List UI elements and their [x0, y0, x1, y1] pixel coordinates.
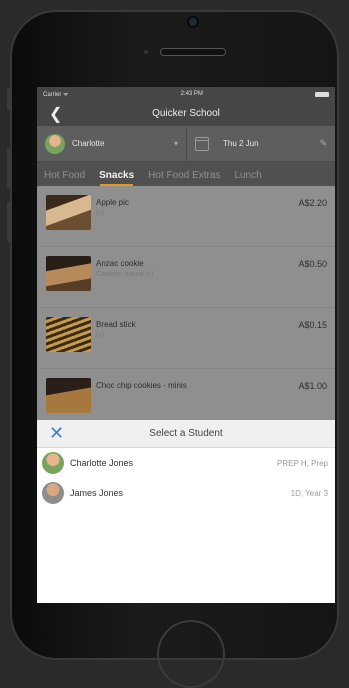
student-row-james[interactable]: James Jones 1D, Year 3 [37, 478, 335, 508]
status-bar: Carrier ᯤ 2:43 PM [37, 87, 335, 101]
tab-hot-food-extras[interactable]: Hot Food Extras [141, 170, 227, 186]
avatar [42, 482, 64, 504]
mute-switch [7, 88, 11, 110]
avatar [42, 452, 64, 474]
item-subtitle: (v) [96, 332, 105, 339]
tab-hot-food[interactable]: Hot Food [37, 170, 92, 186]
item-title: Anzac cookie [96, 259, 144, 268]
camera-icon [189, 18, 197, 26]
anzac-cookie-image [46, 256, 91, 291]
nav-bar: ❮ Quicker School [37, 101, 335, 126]
item-title: Apple pic [96, 198, 129, 207]
menu-list: Apple pic (v) A$2.20 Anzac cookie Cantee… [37, 186, 335, 430]
category-tabs: Hot Food Snacks Hot Food Extras Lunch [37, 162, 335, 186]
student-class: 1D, Year 3 [290, 488, 328, 498]
home-button[interactable] [157, 620, 225, 688]
volume-down-button [7, 202, 11, 242]
tab-snacks[interactable]: Snacks [92, 170, 141, 186]
speaker-grille [160, 48, 226, 56]
item-subtitle: (v) [96, 210, 105, 217]
student-picker-sheet: ✕ Select a Student Charlotte Jones PREP … [37, 420, 335, 603]
close-icon[interactable]: ✕ [49, 422, 64, 444]
menu-item[interactable]: Bread stick (v) A$0.15 [37, 308, 335, 369]
item-title: Bread stick [96, 320, 136, 329]
app-screen: Carrier ᯤ 2:43 PM ❮ Quicker School Charl… [37, 87, 335, 603]
sheet-header: ✕ Select a Student [37, 420, 335, 448]
clock: 2:43 PM [180, 91, 203, 97]
back-chevron-icon[interactable]: ❮ [49, 104, 62, 124]
volume-up-button [7, 148, 11, 188]
student-class: PREP H, Prep [277, 458, 328, 468]
pencil-icon: ✎ [319, 138, 327, 148]
calendar-icon [195, 136, 209, 151]
sheet-title: Select a Student [149, 428, 223, 439]
menu-item[interactable]: Apple pic (v) A$2.20 [37, 186, 335, 247]
page-title: Quicker School [152, 108, 220, 119]
item-price: A$2.20 [298, 198, 327, 208]
student-name: James Jones [70, 488, 124, 498]
item-price: A$0.50 [298, 259, 327, 269]
apple-pie-image [46, 195, 91, 230]
bread-stick-image [46, 317, 91, 352]
selected-date: Thu 2 Jun [223, 139, 259, 148]
item-title: Choc chip cookies - minis [96, 381, 187, 390]
selected-student-name: Charlotte [72, 139, 105, 148]
choc-chip-cookies-image [46, 378, 91, 413]
item-price: A$1.00 [298, 381, 327, 391]
selector-row: Charlotte ▾ Thu 2 Jun ✎ [37, 126, 335, 162]
student-name: Charlotte Jones [70, 458, 134, 468]
carrier-label: Carrier ᯤ [43, 92, 69, 98]
date-selector[interactable]: Thu 2 Jun ✎ [187, 126, 335, 161]
item-price: A$0.15 [298, 320, 327, 330]
student-row-charlotte[interactable]: Charlotte Jones PREP H, Prep [37, 448, 335, 478]
battery-icon [315, 91, 329, 97]
menu-item[interactable]: Anzac cookie Canteen baked (v) A$0.50 [37, 247, 335, 308]
sensor [144, 50, 148, 54]
chevron-down-icon: ▾ [173, 139, 178, 148]
tab-lunch[interactable]: Lunch [227, 170, 268, 186]
student-selector[interactable]: Charlotte ▾ [37, 126, 187, 161]
item-subtitle: Canteen baked (v) [96, 271, 154, 278]
student-avatar [45, 133, 65, 154]
